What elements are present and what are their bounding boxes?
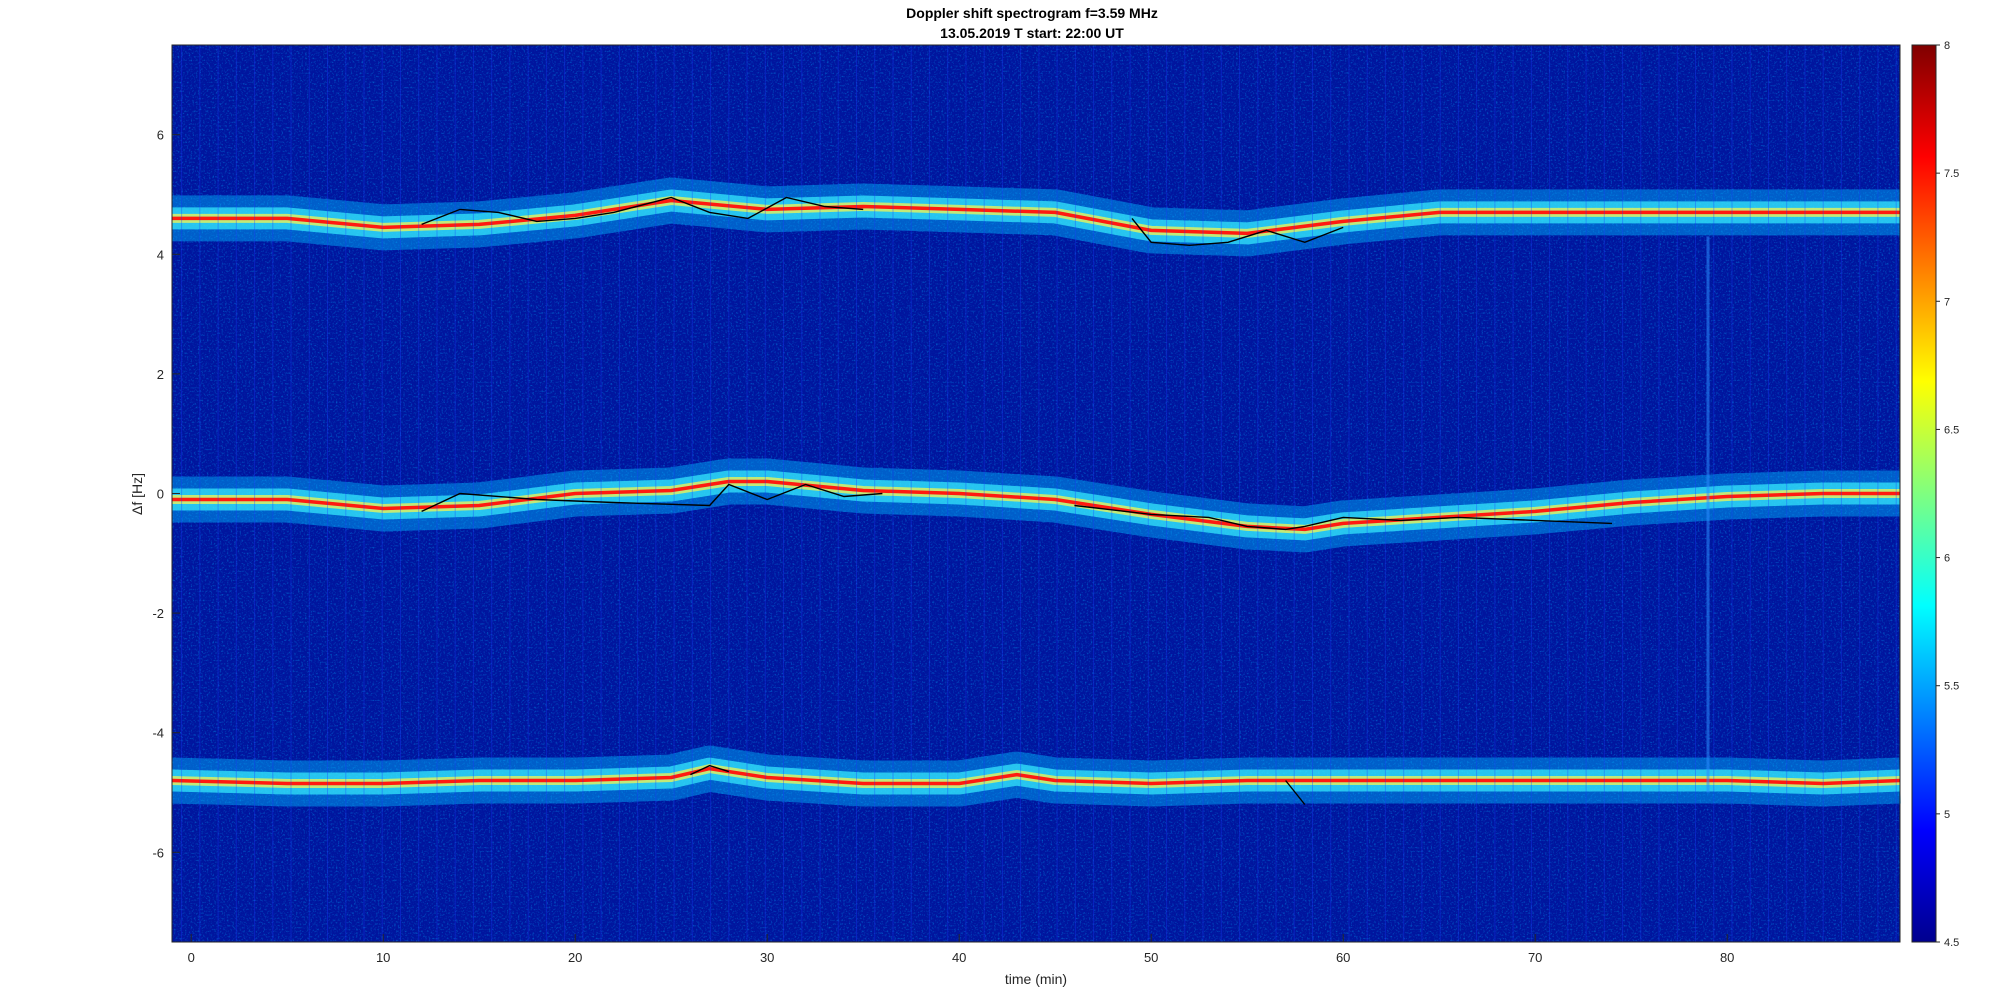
colorbar-tick-label: 4.5 <box>1944 937 1959 949</box>
colorbar-tick-label: 6.5 <box>1944 424 1959 436</box>
x-tick-label: 70 <box>1528 950 1542 965</box>
x-axis-label: time (min) <box>1005 971 1067 987</box>
x-tick-label: 30 <box>760 950 774 965</box>
chart-title: Doppler shift spectrogram f=3.59 MHz <box>906 5 1158 21</box>
colorbar-tick-label: 6 <box>1944 553 1950 565</box>
colorbar-tick-label: 7 <box>1944 296 1950 308</box>
x-tick-label: 10 <box>376 950 390 965</box>
x-tick-label: 0 <box>188 950 195 965</box>
colorbar-tick-label: 5 <box>1944 809 1950 821</box>
y-tick-label: 4 <box>157 247 164 262</box>
y-tick-label: 6 <box>157 128 164 143</box>
y-tick-label: -6 <box>152 845 164 860</box>
y-tick-label: -4 <box>152 726 164 741</box>
colorbar-gradient <box>1911 44 1937 943</box>
colorbar-tick-label: 7.5 <box>1944 168 1959 180</box>
colorbar-tick-label: 5.5 <box>1944 681 1959 693</box>
colorbar-ticks: 4.5 5 5.5 6 6.5 7 7.5 8 <box>1936 40 1959 949</box>
chart-subtitle: 13.05.2019 T start: 22:00 UT <box>940 25 1124 41</box>
x-tick-label: 40 <box>952 950 966 965</box>
y-tick-label: 0 <box>157 487 164 502</box>
colorbar: 4.5 5 5.5 6 6.5 7 7.5 8 <box>1911 40 1959 949</box>
x-tick-label: 20 <box>568 950 582 965</box>
x-tick-label: 50 <box>1144 950 1158 965</box>
x-tick-label: 80 <box>1720 950 1734 965</box>
plot-area <box>171 44 1901 943</box>
y-tick-label: 2 <box>157 367 164 382</box>
y-axis-label: Δf [Hz] <box>129 473 145 515</box>
y-tick-label: -2 <box>152 606 164 621</box>
colorbar-tick-label: 8 <box>1944 40 1950 52</box>
spectrogram-chart: Doppler shift spectrogram f=3.59 MHz 13.… <box>129 5 1959 987</box>
x-tick-label: 60 <box>1336 950 1350 965</box>
